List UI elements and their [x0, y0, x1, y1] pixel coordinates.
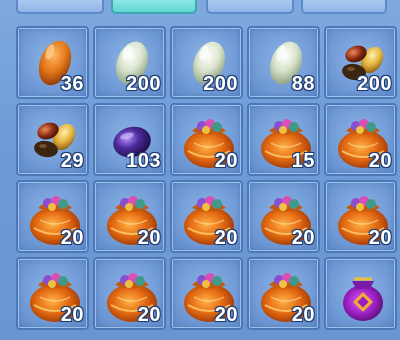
item-quantity: 20: [214, 150, 238, 172]
item-quantity: 20: [368, 150, 392, 172]
inventory-slot[interactable]: 20: [93, 180, 166, 253]
inventory-slot[interactable]: 20: [247, 180, 320, 253]
tab-4[interactable]: [301, 0, 387, 14]
inventory-slot[interactable]: 20: [16, 180, 89, 253]
inventory-slot[interactable]: 29: [16, 103, 89, 176]
item-quantity: 103: [126, 150, 161, 172]
inventory-slot[interactable]: 20: [324, 103, 397, 176]
item-quantity: 20: [291, 304, 315, 326]
item-quantity: 20: [291, 227, 315, 249]
inventory-slot[interactable]: 88: [247, 26, 320, 99]
item-quantity: 20: [368, 227, 392, 249]
inventory-slot[interactable]: 20: [324, 180, 397, 253]
tab-2[interactable]: [111, 0, 197, 14]
inventory-slot[interactable]: 20: [170, 257, 243, 330]
inventory-slot[interactable]: 20: [93, 257, 166, 330]
inventory-slot[interactable]: 200: [170, 26, 243, 99]
tab-bar: [0, 0, 400, 16]
item-quantity: 20: [214, 304, 238, 326]
tab-1[interactable]: [16, 0, 104, 14]
item-quantity: 200: [203, 73, 238, 95]
item-quantity: 20: [137, 227, 161, 249]
item-quantity: 15: [291, 150, 315, 172]
tab-3[interactable]: [206, 0, 294, 14]
purple-pouch-icon: [343, 277, 383, 321]
inventory-slot[interactable]: [324, 257, 397, 330]
inventory-slot[interactable]: 200: [93, 26, 166, 99]
item-quantity: 200: [126, 73, 161, 95]
item-quantity: 20: [137, 304, 161, 326]
item-quantity: 20: [60, 304, 84, 326]
inventory-slot[interactable]: 15: [247, 103, 320, 176]
inventory-slot[interactable]: 20: [170, 180, 243, 253]
item-quantity: 88: [291, 73, 315, 95]
inventory-slot[interactable]: 200: [324, 26, 397, 99]
item-quantity: 36: [60, 73, 84, 95]
item-quantity: 20: [60, 227, 84, 249]
inventory-grid: 36 200 200 88 200 29 103 20 15 20 20 20 20 20 20 20 20 20…: [14, 24, 399, 332]
inventory-slot[interactable]: 103: [93, 103, 166, 176]
inventory-slot[interactable]: 20: [247, 257, 320, 330]
inventory-slot[interactable]: 36: [16, 26, 89, 99]
item-quantity: 20: [214, 227, 238, 249]
item-quantity: 29: [60, 150, 84, 172]
inventory-slot[interactable]: 20: [170, 103, 243, 176]
item-quantity: 200: [357, 73, 392, 95]
inventory-slot[interactable]: 20: [16, 257, 89, 330]
